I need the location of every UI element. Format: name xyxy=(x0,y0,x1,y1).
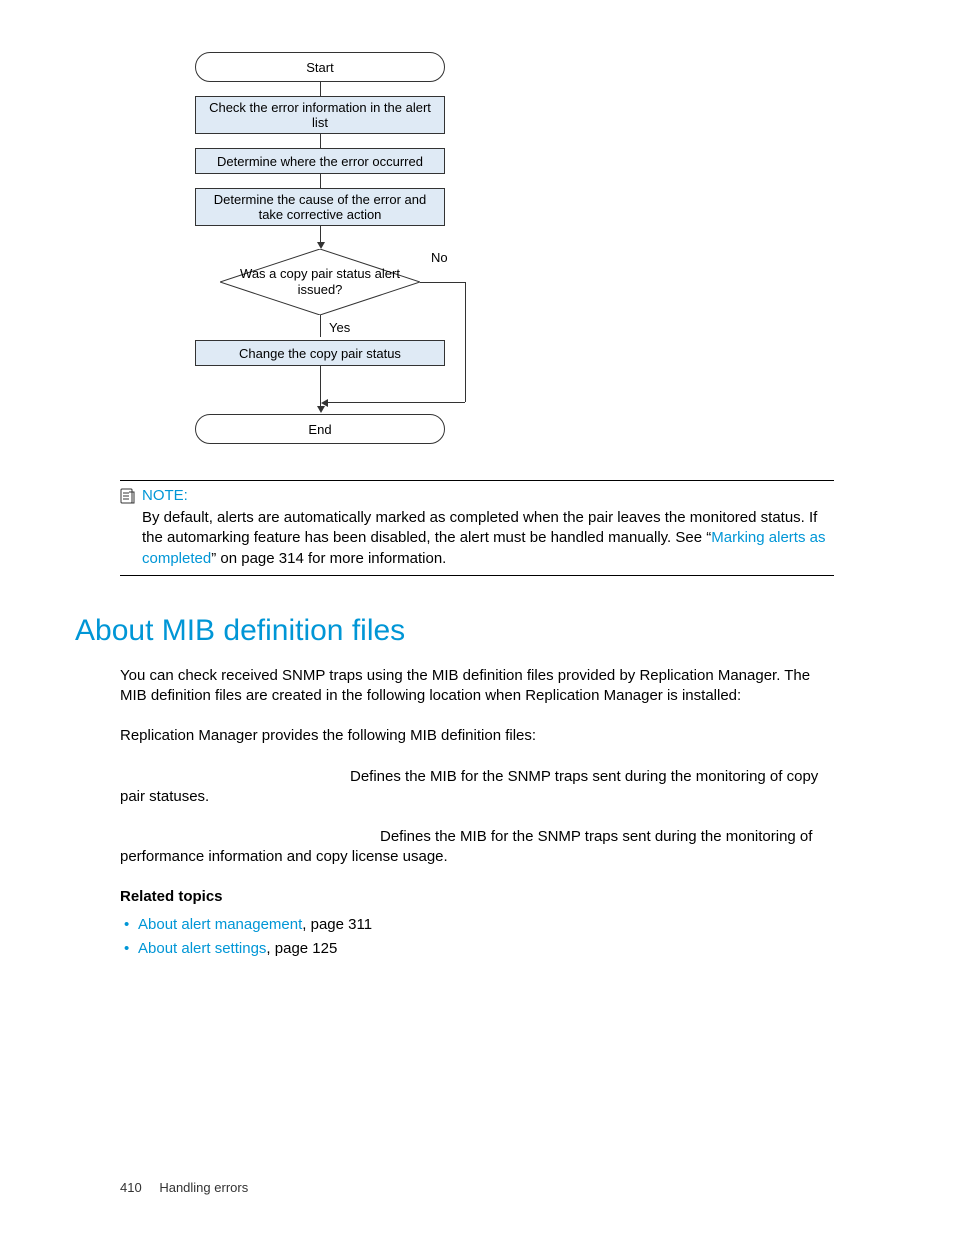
flowchart-diagram: Start Check the error information in the… xyxy=(175,52,465,452)
flowchart-step4: Change the copy pair status xyxy=(195,340,445,366)
chapter-title: Handling errors xyxy=(159,1180,248,1195)
note-block: NOTE: By default, alerts are automatical… xyxy=(120,480,834,576)
section-def2: Defines the MIB for the SNMP traps sent … xyxy=(120,827,834,868)
note-label: NOTE: xyxy=(142,487,188,504)
flowchart-step1: Check the error information in the alert… xyxy=(195,96,445,134)
note-icon xyxy=(120,488,136,504)
link-about-alert-settings[interactable]: About alert settings xyxy=(138,940,266,957)
flowchart-no-label: No xyxy=(431,250,448,265)
related-topics-heading: Related topics xyxy=(120,888,834,905)
page-number: 410 xyxy=(120,1180,142,1195)
list-item: About alert management, page 311 xyxy=(120,913,834,937)
flowchart-yes-label: Yes xyxy=(329,320,350,335)
flowchart-end: End xyxy=(195,414,445,444)
link-about-alert-management[interactable]: About alert management xyxy=(138,916,302,933)
flowchart-start: Start xyxy=(195,52,445,82)
page-footer: 410 Handling errors xyxy=(120,1180,248,1195)
note-body: By default, alerts are automatically mar… xyxy=(142,508,834,569)
section-p1: You can check received SNMP traps using … xyxy=(120,666,834,707)
flowchart-step3: Determine the cause of the error and tak… xyxy=(195,188,445,226)
flowchart-step2: Determine where the error occurred xyxy=(195,148,445,174)
section-def1: Defines the MIB for the SNMP traps sent … xyxy=(120,767,834,808)
flowchart-decision: Was a copy pair status alert issued? xyxy=(220,249,420,315)
section-p2: Replication Manager provides the followi… xyxy=(120,726,834,746)
list-item: About alert settings, page 125 xyxy=(120,937,834,961)
section-heading: About MIB definition files xyxy=(75,614,834,648)
related-topics-list: About alert management, page 311 About a… xyxy=(120,913,834,961)
